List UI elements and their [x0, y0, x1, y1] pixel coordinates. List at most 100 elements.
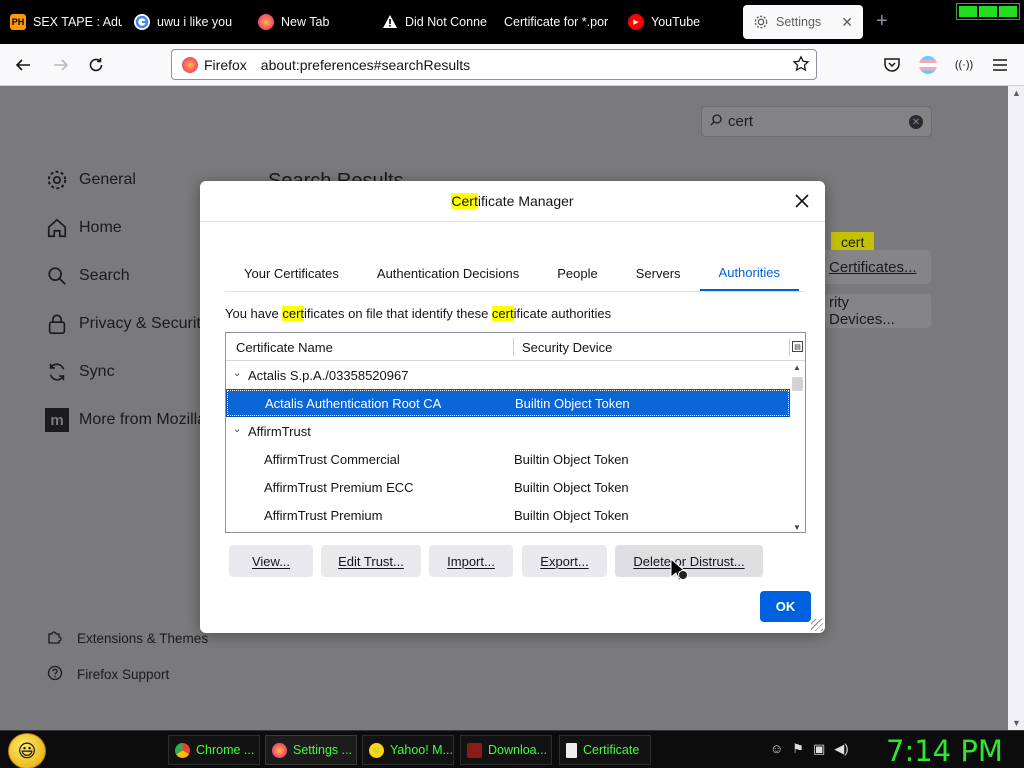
cert-device: Builtin Object Token: [514, 451, 629, 467]
new-tab-button[interactable]: +: [876, 11, 888, 31]
account-avatar-icon[interactable]: [917, 54, 939, 76]
system-tray: ☺ ⚑ ▣ ◀): [770, 741, 849, 757]
preferences-search-input[interactable]: cert ✕: [701, 106, 932, 137]
puzzle-icon: [47, 629, 63, 648]
extensions-themes-link[interactable]: Extensions & Themes: [47, 629, 208, 648]
sidebar-item-home[interactable]: Home: [45, 216, 122, 240]
volume-icon[interactable]: ◀): [834, 741, 848, 757]
certificate-manager-dialog: Cert ificate Manager Your Certificates Au…: [200, 181, 825, 633]
youtube-icon: ▶: [628, 14, 644, 30]
tab-servers[interactable]: Servers: [617, 256, 700, 291]
firefox-icon: [272, 742, 287, 758]
tree-group-row[interactable]: ⌄ AffirmTrust: [226, 417, 790, 445]
menu-icon[interactable]: [989, 54, 1011, 76]
tree-row[interactable]: AffirmTrust Premium Builtin Object Token: [226, 501, 790, 529]
column-splitter[interactable]: [513, 338, 514, 356]
smiley-icon: 😃: [17, 740, 37, 761]
taskbar-item-label: Settings ...: [293, 743, 353, 757]
sidebar-item-label: Search: [79, 267, 130, 284]
forward-button[interactable]: [50, 54, 72, 76]
ok-button[interactable]: OK: [760, 591, 811, 622]
taskbar-item[interactable]: Settings ...: [265, 735, 357, 765]
url-bar[interactable]: Firefox about:preferences#searchResults: [171, 49, 817, 80]
tree-group-row[interactable]: ⌄ Actalis S.p.A./03358520967: [226, 361, 790, 389]
scroll-thumb[interactable]: [792, 377, 803, 391]
title-text: ificate Manager: [477, 193, 574, 209]
close-icon[interactable]: ✕: [841, 14, 853, 31]
url-text[interactable]: about:preferences#searchResults: [261, 57, 470, 73]
clear-search-icon[interactable]: ✕: [909, 115, 923, 129]
tab-label: SEX TAPE : Adu: [33, 15, 122, 29]
import-button[interactable]: Import...: [429, 545, 513, 577]
taskbar-item[interactable]: Chrome ...: [168, 735, 260, 765]
view-button[interactable]: View...: [229, 545, 313, 577]
bookmark-star-icon[interactable]: [792, 55, 810, 76]
sidebar-item-label: Privacy & Security: [79, 315, 209, 332]
tab-item[interactable]: New Tab: [248, 5, 370, 39]
reload-button[interactable]: [85, 54, 107, 76]
chevron-down-icon[interactable]: ⌄: [233, 368, 241, 379]
sidebar-item-general[interactable]: General: [45, 168, 136, 192]
back-button[interactable]: [12, 54, 34, 76]
tab-item[interactable]: uwu i like you: [124, 5, 246, 39]
sidebar-item-label: Sync: [79, 363, 115, 380]
sidebar-item-privacy[interactable]: Privacy & Security: [45, 312, 209, 336]
resize-grip[interactable]: [811, 619, 823, 631]
security-devices-button[interactable]: rity Devices...: [815, 294, 931, 328]
scroll-down-icon[interactable]: ▼: [1012, 718, 1021, 728]
taskbar-item[interactable]: Downloa...: [460, 735, 552, 765]
tree-row-selected[interactable]: Actalis Authentication Root CA Builtin O…: [226, 389, 790, 417]
clock[interactable]: 7:14 PM: [886, 734, 1003, 768]
sidebar-item-more-mozilla[interactable]: m More from Mozilla: [45, 408, 206, 432]
tab-authorities[interactable]: Authorities: [699, 256, 799, 291]
tab-label: New Tab: [281, 15, 330, 29]
column-header-security-device[interactable]: Security Device: [522, 340, 612, 355]
firefox-icon: [258, 14, 274, 30]
firefox-support-link[interactable]: Firefox Support: [47, 665, 169, 684]
tab-your-certificates[interactable]: Your Certificates: [225, 256, 358, 291]
pocket-icon[interactable]: [881, 54, 903, 76]
gear-icon: [753, 14, 769, 30]
flag-icon[interactable]: ⚑: [792, 741, 804, 757]
scroll-up-icon[interactable]: ▲: [793, 363, 801, 372]
export-button[interactable]: Export...: [522, 545, 607, 577]
battery-meter: [956, 3, 1020, 20]
tree-row[interactable]: AffirmTrust Commercial Builtin Object To…: [226, 445, 790, 473]
taskbar-item[interactable]: ☺ Yahoo! M...: [362, 735, 454, 765]
network-icon[interactable]: ▣: [813, 741, 825, 757]
certificate-tree[interactable]: Certificate Name Security Device ▤ ⌄ Act…: [225, 332, 806, 533]
taskbar: 😃 Chrome ... Settings ... ☺ Yahoo! M... …: [0, 730, 1024, 768]
column-picker-icon[interactable]: ▤: [792, 341, 803, 352]
sidebar-item-label: General: [79, 171, 136, 188]
search-icon: [710, 113, 722, 130]
tree-scrollbar[interactable]: ▲ ▼: [790, 361, 805, 532]
tab-item[interactable]: PH SEX TAPE : Adu: [0, 5, 122, 39]
tab-item[interactable]: ▶ YouTube: [618, 5, 740, 39]
column-header-certificate-name[interactable]: Certificate Name: [236, 340, 333, 355]
tabs-divider: [225, 291, 805, 292]
tab-item[interactable]: Did Not Conne: [372, 5, 494, 39]
emoji-icon[interactable]: ☺: [770, 741, 783, 757]
edit-trust-button[interactable]: Edit Trust...: [321, 545, 421, 577]
tab-people[interactable]: People: [538, 256, 616, 291]
column-splitter[interactable]: [789, 338, 790, 356]
sidebar-item-sync[interactable]: Sync: [45, 360, 115, 384]
taskbar-item[interactable]: Certificate: [559, 735, 651, 765]
tab-authentication-decisions[interactable]: Authentication Decisions: [358, 256, 538, 291]
tree-row[interactable]: AffirmTrust Premium ECC Builtin Object T…: [226, 473, 790, 501]
page-scrollbar[interactable]: ▲ ▼: [1008, 86, 1024, 730]
close-icon[interactable]: [793, 192, 811, 210]
chevron-down-icon[interactable]: ⌄: [233, 424, 241, 435]
tab-item-settings[interactable]: Settings ✕: [743, 5, 863, 39]
scroll-up-icon[interactable]: ▲: [1012, 88, 1021, 98]
view-certificates-button[interactable]: Certificates...: [815, 250, 931, 284]
start-button[interactable]: 😃: [8, 733, 46, 768]
footer-label: Firefox Support: [77, 667, 170, 682]
tab-item[interactable]: Certificate for *.por: [494, 5, 616, 39]
firefox-icon: [182, 56, 198, 73]
sidebar-item-search[interactable]: Search: [45, 264, 130, 288]
identity-box[interactable]: Firefox: [172, 50, 257, 79]
scroll-down-icon[interactable]: ▼: [793, 523, 801, 532]
cert-device: Builtin Object Token: [515, 395, 630, 411]
extension-icon[interactable]: ((·)): [953, 54, 975, 76]
